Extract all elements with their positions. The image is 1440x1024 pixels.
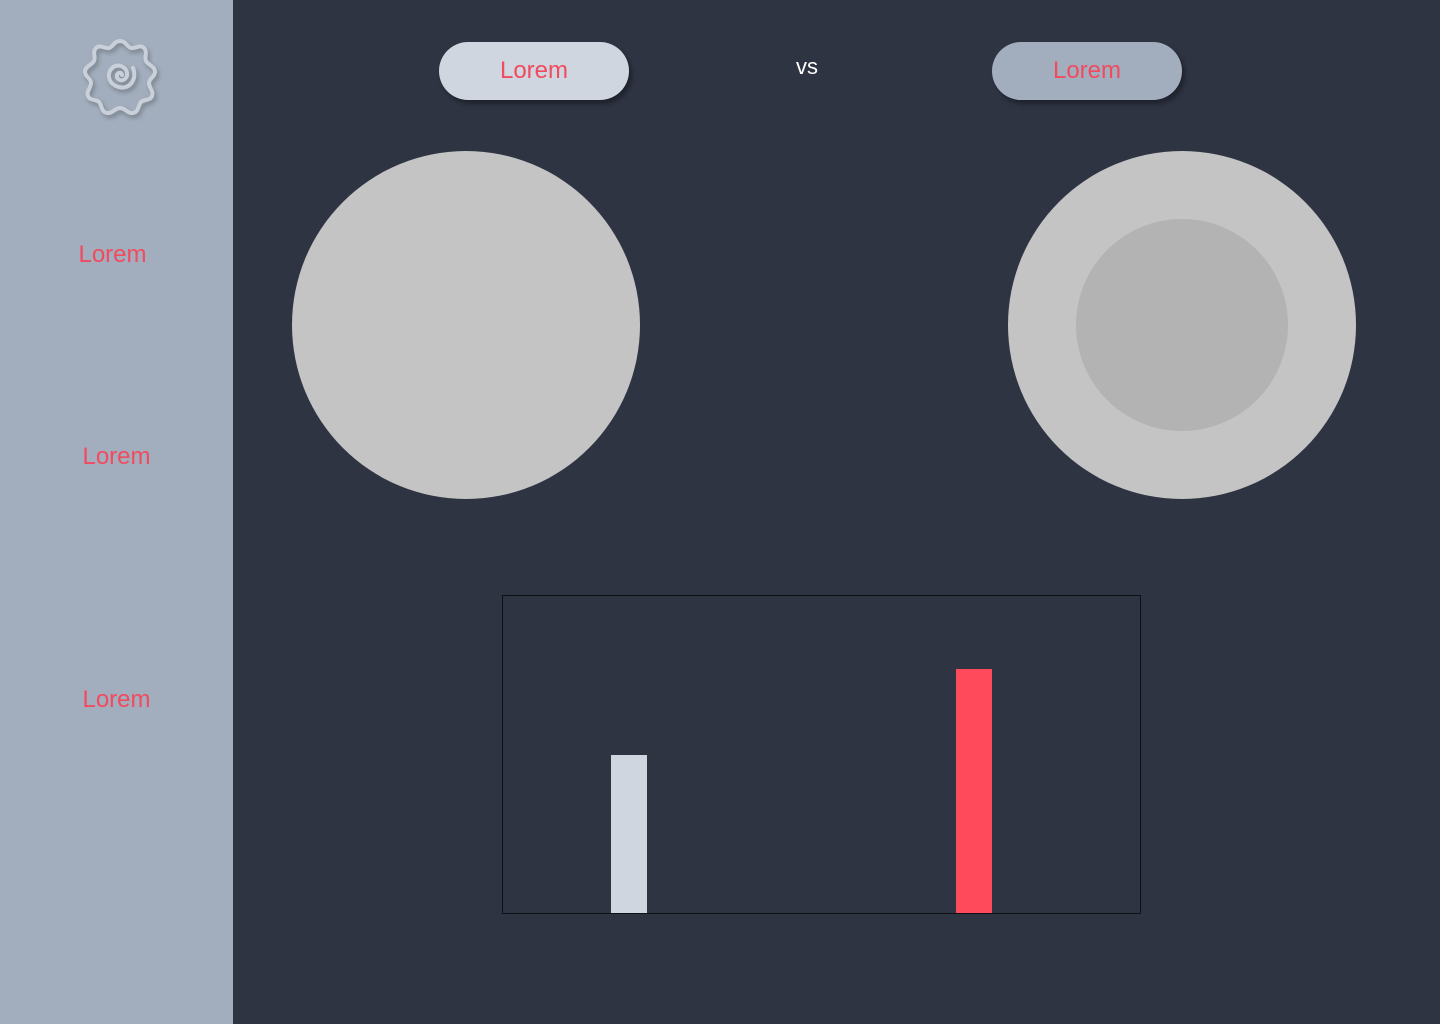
left-option-button[interactable]: Lorem [439,42,629,100]
sidebar-item-3[interactable]: Lorem [0,685,233,715]
comparison-bar-chart [502,595,1141,914]
right-image-inner-circle [1076,219,1288,431]
left-image-placeholder [292,151,640,499]
chart-bar-1 [611,754,647,913]
sidebar-item-2[interactable]: Lorem [0,442,233,472]
chart-bar-2 [956,668,992,913]
sidebar: Lorem Lorem Lorem [0,0,233,1024]
spiral-flower-icon[interactable] [78,35,162,119]
right-option-button[interactable]: Lorem [992,42,1182,100]
right-image-placeholder [1008,151,1356,499]
main-panel: Lorem vs Lorem [233,0,1440,1024]
sidebar-item-1[interactable]: Lorem [0,240,229,270]
vs-label: vs [796,54,818,79]
